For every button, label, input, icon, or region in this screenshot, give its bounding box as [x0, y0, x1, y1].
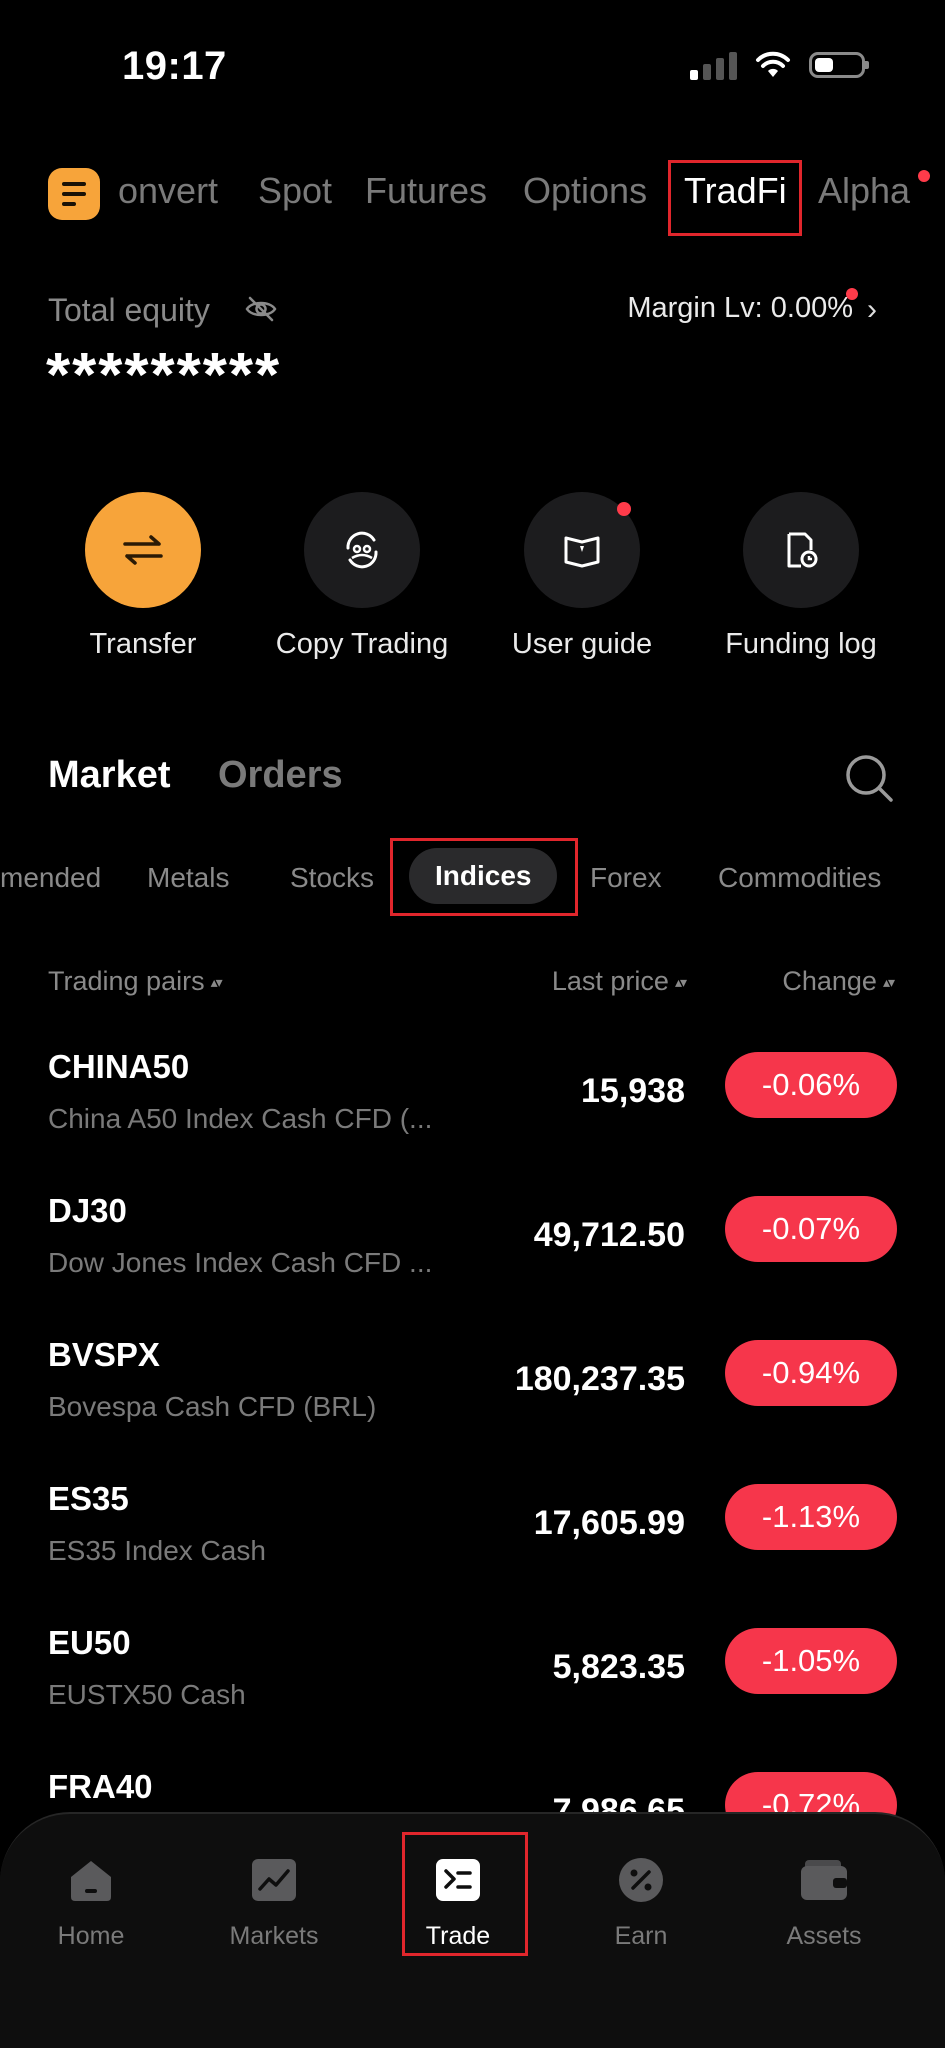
home-icon — [71, 1861, 111, 1901]
copy-trading-button[interactable]: Copy Trading — [267, 492, 457, 661]
menu-icon[interactable] — [48, 168, 100, 220]
transfer-label: Transfer — [89, 628, 197, 660]
wallet-icon — [801, 1860, 847, 1900]
row-change-badge[interactable]: -1.05% — [725, 1628, 897, 1694]
tab-market[interactable]: Market — [48, 754, 171, 797]
row-change-badge[interactable]: -0.07% — [725, 1196, 897, 1262]
row-price: 15,938 — [581, 1072, 685, 1110]
row-symbol: EU50 — [48, 1624, 131, 1661]
sort-icon: ▴▾ — [882, 974, 895, 991]
row-symbol: ES35 — [48, 1480, 129, 1517]
header-last-price-label: Last price — [551, 966, 669, 996]
nav-earn-label: Earn — [614, 1922, 668, 1950]
total-equity-value: ********* — [46, 341, 282, 410]
user-guide-notification-dot — [617, 502, 631, 516]
margin-level[interactable]: Margin Lv: 0.00% — [627, 292, 853, 325]
battery-icon — [809, 52, 869, 78]
header-trading-pairs-label: Trading pairs — [48, 966, 205, 996]
header-trading-pairs[interactable]: Trading pairs ▴▾ — [48, 966, 223, 997]
nav-home-label: Home — [57, 1922, 125, 1950]
row-change-badge[interactable]: -0.06% — [725, 1052, 897, 1118]
row-change-badge[interactable]: -1.13% — [725, 1484, 897, 1550]
table-row[interactable]: ES35 ES35 Index Cash 17,605.99 -1.13% — [0, 1480, 945, 1624]
copy-trading-icon — [346, 531, 378, 569]
product-tabs: onvert Spot Futures Options TradFi Alpha — [118, 168, 945, 224]
chip-metals[interactable]: Metals — [147, 862, 229, 894]
margin-notification-dot — [846, 288, 858, 300]
row-price: 49,712.50 — [533, 1216, 685, 1254]
table-row[interactable]: EU50 EUSTX50 Cash 5,823.35 -1.05% — [0, 1624, 945, 1768]
sort-icon: ▴▾ — [210, 974, 223, 991]
transfer-button[interactable]: Transfer — [48, 492, 238, 661]
row-symbol: BVSPX — [48, 1336, 160, 1373]
row-name: ES35 Index Cash — [48, 1535, 266, 1566]
user-guide-label: User guide — [511, 628, 653, 660]
nav-markets-label: Markets — [229, 1922, 319, 1950]
header-change[interactable]: Change ▴▾ — [782, 966, 895, 997]
copy-trading-label: Copy Trading — [275, 628, 449, 660]
tab-options[interactable]: Options — [523, 170, 647, 212]
row-price: 17,605.99 — [533, 1504, 685, 1542]
row-symbol: FRA40 — [48, 1768, 153, 1805]
chip-commodities[interactable]: Commodities — [718, 862, 881, 894]
book-icon — [564, 536, 600, 568]
tab-orders[interactable]: Orders — [218, 754, 343, 797]
cellular-signal-icon — [690, 50, 737, 80]
chart-icon — [252, 1859, 296, 1901]
nav-earn[interactable]: Earn — [571, 1850, 711, 1951]
trade-highlight-box — [402, 1832, 528, 1956]
chip-recommended[interactable]: mended — [0, 862, 101, 894]
row-name: Bovespa Cash CFD (BRL) — [48, 1391, 377, 1422]
row-change-badge[interactable]: -0.94% — [725, 1340, 897, 1406]
header-last-price[interactable]: Last price ▴▾ — [551, 966, 687, 997]
chip-forex[interactable]: Forex — [590, 862, 662, 894]
total-equity-label: Total equity — [48, 292, 210, 328]
row-price: 180,237.35 — [514, 1360, 685, 1398]
user-guide-button[interactable]: User guide — [487, 492, 677, 661]
header-change-label: Change — [782, 966, 877, 996]
chip-stocks[interactable]: Stocks — [290, 862, 374, 894]
tab-convert[interactable]: onvert — [118, 170, 218, 212]
swap-arrows-icon — [123, 535, 163, 565]
nav-home[interactable]: Home — [21, 1850, 161, 1951]
status-icons — [690, 50, 869, 80]
wifi-icon — [756, 51, 790, 77]
row-name: EUSTX50 Cash — [48, 1679, 246, 1710]
row-symbol: DJ30 — [48, 1192, 127, 1229]
funding-log-button[interactable]: Funding log — [706, 492, 896, 661]
alpha-notification-dot — [918, 170, 930, 182]
tradfi-highlight-box — [668, 160, 802, 236]
row-symbol: CHINA50 — [48, 1048, 190, 1085]
table-row[interactable]: CHINA50 China A50 Index Cash CFD (... 15… — [0, 1048, 945, 1192]
percent-icon — [619, 1858, 663, 1902]
chevron-right-icon[interactable]: › — [867, 293, 877, 327]
row-name: Dow Jones Index Cash CFD ... — [48, 1247, 433, 1278]
nav-assets-label: Assets — [786, 1922, 862, 1950]
document-clock-icon — [787, 532, 818, 568]
table-row[interactable]: BVSPX Bovespa Cash CFD (BRL) 180,237.35 … — [0, 1336, 945, 1480]
eye-hidden-icon[interactable] — [244, 292, 278, 326]
status-time: 19:17 — [122, 44, 227, 88]
sort-icon: ▴▾ — [674, 974, 687, 991]
tab-alpha[interactable]: Alpha — [818, 170, 910, 212]
table-row[interactable]: DJ30 Dow Jones Index Cash CFD ... 49,712… — [0, 1192, 945, 1336]
tab-spot[interactable]: Spot — [258, 170, 332, 212]
row-price: 5,823.35 — [552, 1648, 685, 1686]
funding-log-label: Funding log — [725, 628, 877, 660]
nav-assets[interactable]: Assets — [754, 1850, 894, 1951]
search-icon[interactable] — [843, 752, 895, 804]
tab-futures[interactable]: Futures — [365, 170, 487, 212]
nav-markets[interactable]: Markets — [204, 1850, 344, 1951]
indices-highlight-box — [390, 838, 578, 916]
row-name: China A50 Index Cash CFD (... — [48, 1103, 433, 1134]
